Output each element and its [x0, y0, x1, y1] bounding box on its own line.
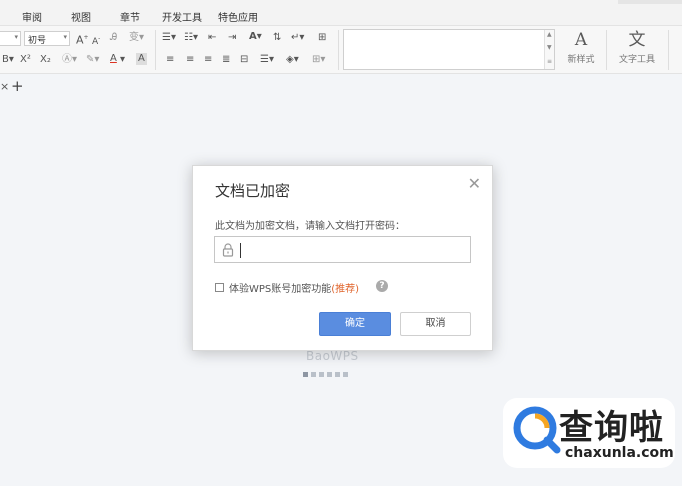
align-left-icon[interactable]: ≡ — [166, 54, 174, 66]
line-spacing-icon[interactable]: ☰▾ — [260, 54, 274, 66]
menu-item-developer-tools[interactable]: 开发工具 — [162, 9, 202, 24]
close-tab-icon[interactable]: × — [0, 80, 9, 93]
shrink-font-icon[interactable]: A- — [92, 33, 100, 48]
text-tools-icon: 文 — [628, 30, 646, 50]
text-cursor — [240, 243, 241, 258]
chaxunla-logo: 查询啦 chaxunla.com — [503, 398, 675, 468]
menu-item-review[interactable]: 审阅 — [22, 9, 42, 24]
text-effect-icon[interactable]: Ⓐ▾ — [62, 54, 77, 66]
cancel-button[interactable]: 取消 — [400, 312, 471, 336]
align-right-icon[interactable]: ≡ — [204, 54, 212, 66]
expand-gallery-icon[interactable]: ≡ — [547, 58, 552, 65]
style-gallery-scrollbar[interactable]: ▲ ▼ ≡ — [544, 30, 554, 69]
chinese-layout-icon[interactable]: ⊞ — [318, 32, 326, 44]
sort-icon[interactable]: ⇅ — [273, 32, 281, 44]
paragraph-mark-icon[interactable]: ↵▾ — [291, 32, 304, 44]
new-style-label: 新样式 — [567, 55, 595, 65]
decrease-indent-icon[interactable]: ⇤ — [208, 32, 216, 44]
password-dialog: 文档已加密 ✕ 此文档为加密文档，请输入文档打开密码： 体验WPS账号加密功能(… — [192, 165, 493, 351]
text-tools-label: 文字工具 — [618, 55, 655, 65]
checkbox-label-text: 体验WPS账号加密功能 — [229, 284, 332, 295]
magnifier-logo-icon — [513, 406, 561, 454]
clear-format-icon[interactable]: Ꭿ — [110, 32, 117, 44]
increase-indent-icon[interactable]: ⇥ — [228, 32, 236, 44]
borders-icon[interactable]: ⊞▾ — [312, 54, 325, 66]
lock-icon — [222, 243, 234, 257]
bold-icon[interactable]: B▾ — [2, 54, 14, 66]
wps-account-encryption-checkbox[interactable] — [215, 283, 224, 292]
menu-item-special-apps[interactable]: 特色应用 — [218, 9, 258, 24]
ok-button[interactable]: 确定 — [319, 312, 391, 336]
font-color-dropdown-icon[interactable]: ▾ — [120, 54, 125, 66]
menubar-edge — [618, 0, 682, 4]
numbered-list-icon[interactable]: ☷▾ — [184, 32, 198, 44]
style-gallery[interactable]: ▲ ▼ ≡ — [343, 29, 555, 70]
bullet-list-icon[interactable]: ☰▾ — [162, 32, 176, 44]
change-case-icon[interactable]: A▾ — [249, 31, 262, 43]
justify-icon[interactable]: ≣ — [222, 54, 230, 66]
distributed-align-icon[interactable]: ⊟ — [240, 54, 248, 66]
shading-fill-icon[interactable]: ◈▾ — [286, 54, 299, 66]
menu-bar: 审阅 视图 章节 开发工具 特色应用 — [0, 0, 682, 26]
chevron-up-icon[interactable]: ▲ — [547, 31, 552, 38]
logo-url-text: chaxunla.com — [565, 445, 674, 461]
chevron-down-icon: ▾ — [63, 33, 67, 41]
recommended-tag: (推荐) — [331, 284, 360, 295]
phonetic-guide-icon[interactable]: 变▾ — [129, 32, 144, 44]
loading-indicator — [303, 369, 351, 380]
close-icon[interactable]: ✕ — [468, 174, 481, 193]
new-style-icon: A — [574, 30, 588, 50]
grow-font-icon[interactable]: A+ — [76, 32, 89, 47]
document-tab-strip: × + — [0, 75, 682, 99]
highlight-icon[interactable]: ✎▾ — [86, 54, 99, 66]
font-name-select[interactable]: ▾ — [0, 31, 21, 46]
new-tab-button[interactable]: + — [11, 77, 24, 95]
align-center-icon[interactable]: ≡ — [186, 54, 194, 66]
font-size-value: 初号 — [28, 36, 47, 46]
checkbox-label[interactable]: 体验WPS账号加密功能(推荐) — [229, 280, 359, 295]
menu-item-view[interactable]: 视图 — [71, 9, 91, 24]
help-icon[interactable]: ? — [376, 280, 388, 292]
chevron-down-icon[interactable]: ▼ — [547, 44, 552, 51]
font-size-select[interactable]: 初号 ▾ — [24, 31, 70, 46]
logo-chinese-text: 查询啦 — [559, 408, 664, 448]
superscript-icon[interactable]: X² — [20, 54, 31, 66]
menu-item-chapter[interactable]: 章节 — [120, 9, 140, 24]
wps-watermark: BaoWPS — [306, 349, 359, 363]
font-color-icon[interactable]: A — [110, 53, 117, 65]
ribbon-toolbar: ▾ 初号 ▾ A+ A- Ꭿ 变▾ ☰▾ ☷▾ ⇤ ⇥ A▾ ⇅ ↵▾ ⊞ B▾… — [0, 26, 682, 74]
character-shading-icon[interactable]: A — [136, 53, 147, 65]
password-field[interactable] — [214, 236, 471, 263]
password-input[interactable] — [239, 241, 465, 258]
text-tools-button[interactable]: 文 文字工具 — [612, 30, 662, 65]
dialog-title: 文档已加密 — [215, 182, 291, 200]
subscript-icon[interactable]: X₂ — [40, 54, 51, 66]
new-style-button[interactable]: A 新样式 — [561, 30, 601, 65]
password-prompt: 此文档为加密文档，请输入文档打开密码： — [215, 221, 405, 232]
